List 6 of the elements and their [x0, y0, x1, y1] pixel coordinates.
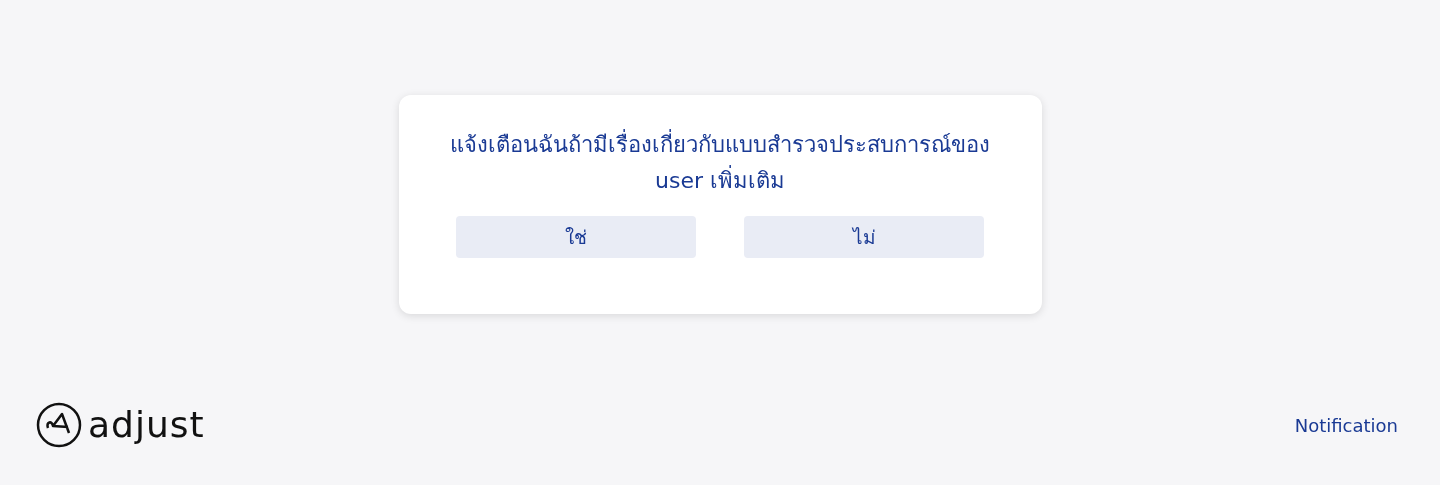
- yes-button[interactable]: ใช่: [456, 216, 696, 258]
- logo-text: adjust: [88, 405, 205, 445]
- notification-link[interactable]: Notification: [1294, 414, 1398, 436]
- question-text: แจ้งเตือนฉันถ้ามีเรื่องเกี่ยวกับแบบสำรวจประสบการณ์ของ user เพิ่มเติม: [450, 127, 990, 199]
- logo-icon: [36, 402, 82, 448]
- no-button[interactable]: ไม่: [744, 216, 984, 258]
